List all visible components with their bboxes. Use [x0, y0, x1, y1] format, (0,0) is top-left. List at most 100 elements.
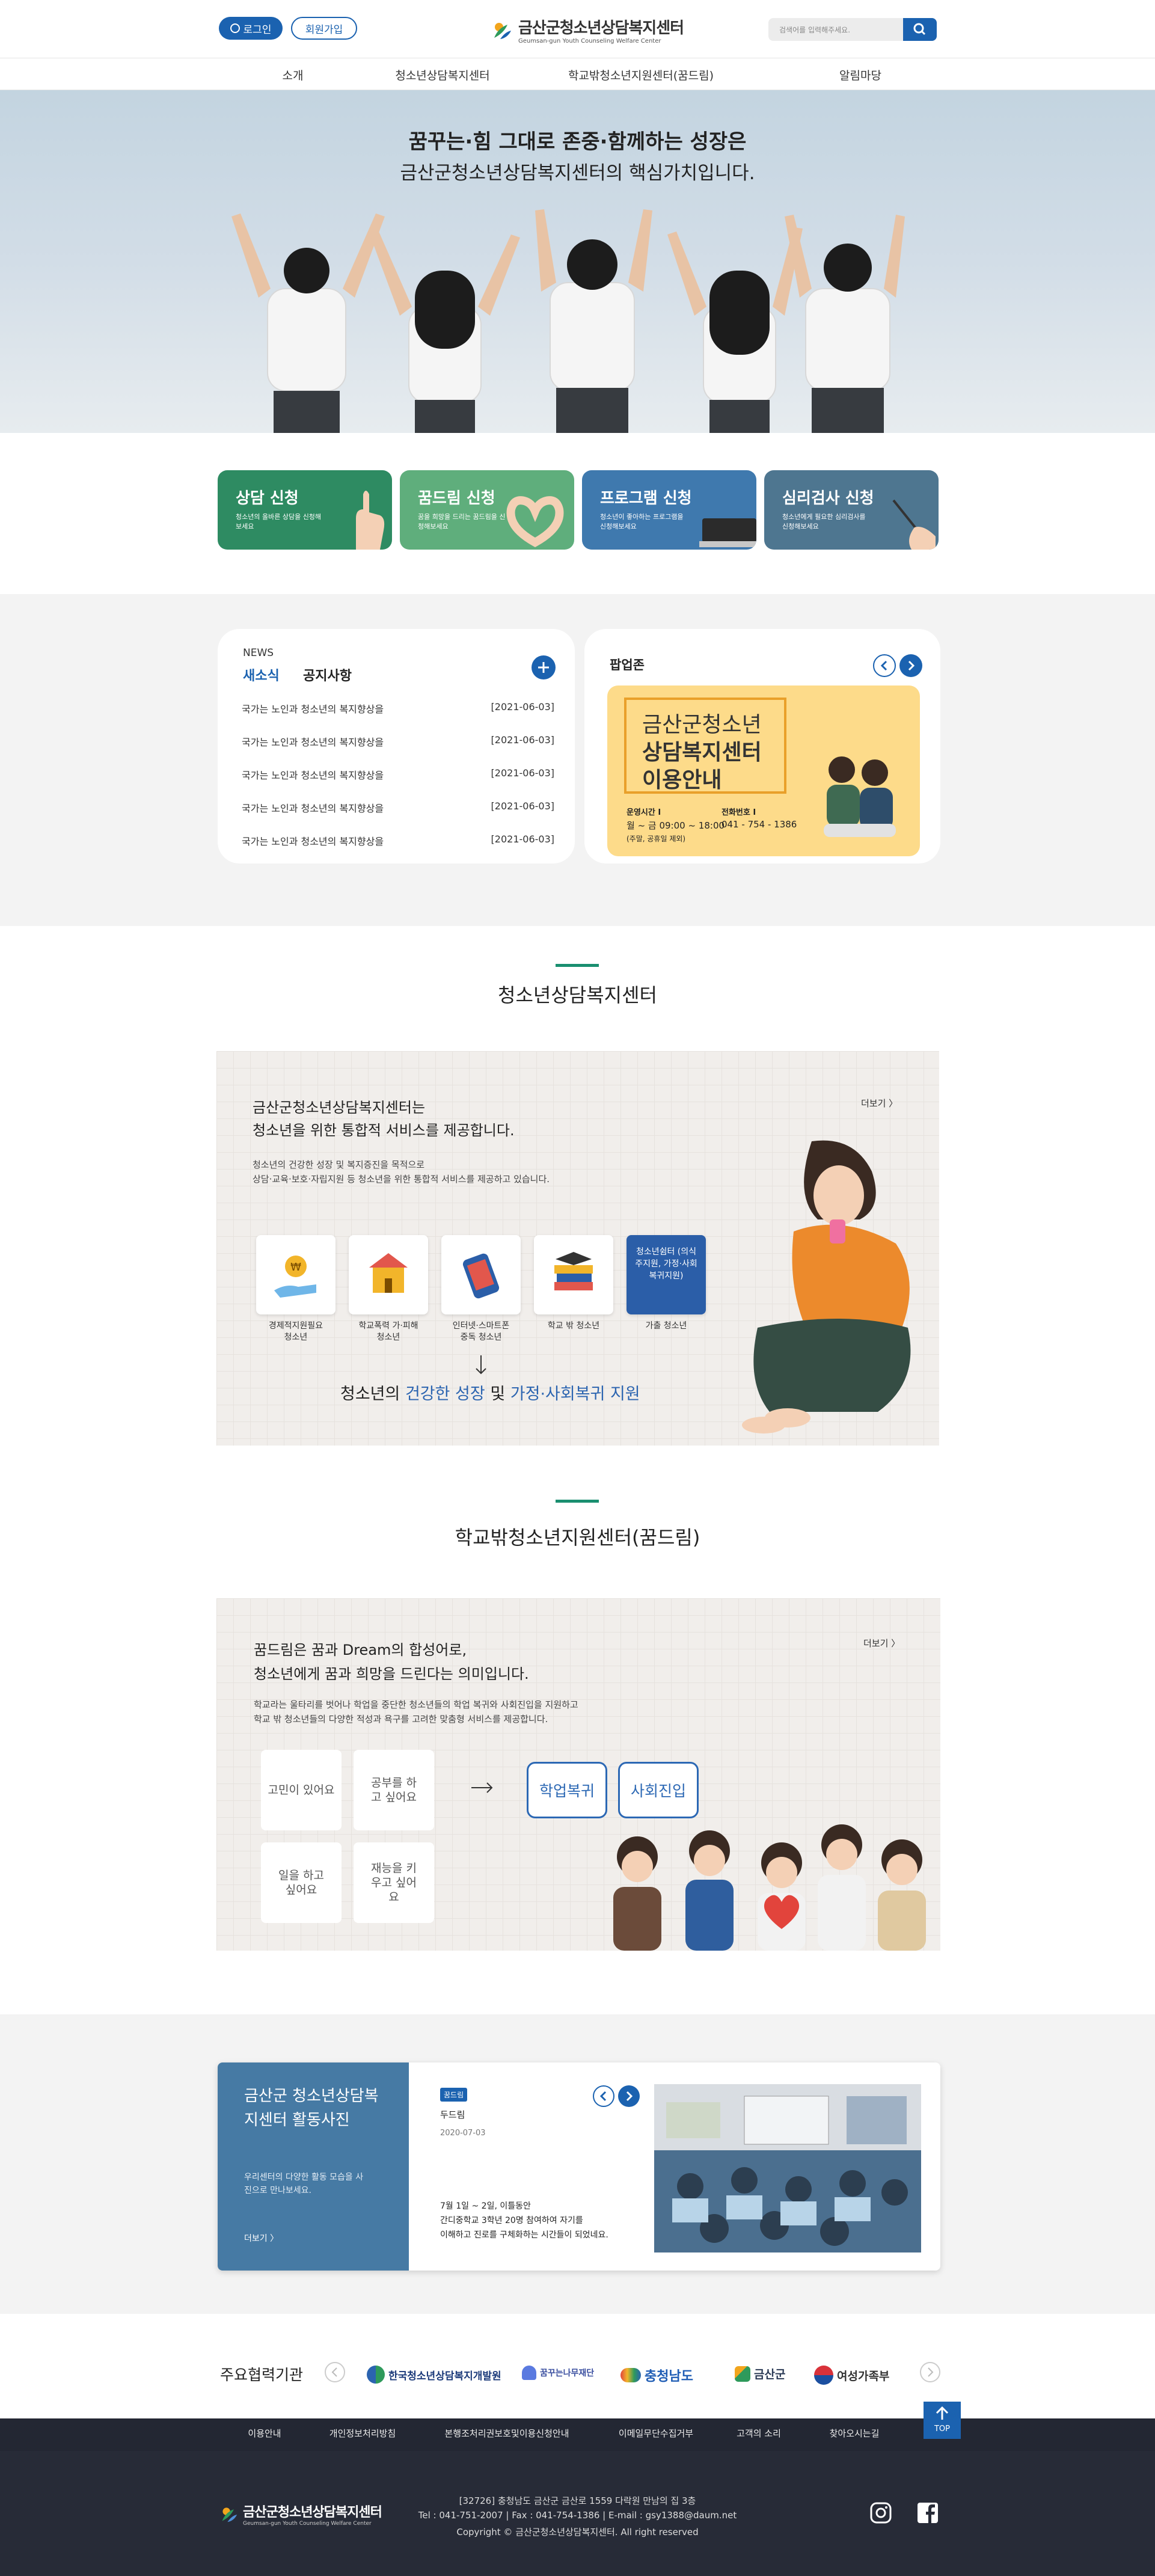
dream-heading-2: 청소년에게 꿈과 희망을 드린다는 의미입니다.	[254, 1666, 529, 1682]
slogan-part: 및	[485, 1385, 510, 1403]
dream-more-link[interactable]: 더보기 〉	[863, 1637, 900, 1649]
footer-link-voice[interactable]: 고객의 소리	[737, 2427, 781, 2440]
news-item-title: 국가는 노인과 청소년의 복지향상을	[242, 770, 384, 781]
counseling-apply-card[interactable]: 상담 신청 청소년의 올바른 상담을 신청해보세요	[218, 470, 392, 550]
search-button[interactable]	[903, 18, 937, 41]
hero-banner: 꿈꾸는·힘 그대로 존중·함께하는 성장은 금산군청소년상담복지센터의 핵심가치…	[0, 90, 1155, 433]
banner-line3: 이용안내	[642, 768, 722, 793]
banner-line2: 상담복지센터	[642, 740, 762, 765]
activity-prev-button[interactable]	[593, 2085, 614, 2107]
popup-banner[interactable]: 금산군청소년 상담복지센터 이용안내 운영시간 I 월 ~ 금 09:00 ~ …	[607, 685, 920, 856]
label-line: 청소년	[284, 1332, 308, 1342]
counseling-more-link[interactable]: 더보기 〉	[861, 1097, 898, 1109]
heart-hands-icon	[506, 496, 564, 548]
footer-link-directions[interactable]: 찾아오시는길	[830, 2427, 880, 2440]
shelter-text: 청소년쉼터 (의식주지원, 가정·사회 복귀지원)	[635, 1247, 697, 1281]
plus-icon	[538, 662, 549, 673]
svg-text:₩: ₩	[290, 1261, 301, 1274]
program-apply-card[interactable]: 프로그램 신청 청소년이 좋아하는 프로그램을 신청해보세요	[582, 470, 756, 550]
service-economic[interactable]: ₩	[256, 1235, 335, 1314]
service-school-violence[interactable]	[349, 1235, 428, 1314]
books-icon	[554, 1252, 593, 1290]
partner-geumsan[interactable]: 금산군	[735, 2366, 785, 2382]
search-input[interactable]: 검색어를 입력해주세요.	[768, 18, 903, 41]
counseling-section-title: 청소년상담복지센터	[498, 984, 657, 1007]
card-desc: 청소년에게 필요한 심리검사를 신청해보세요	[782, 513, 866, 530]
activity-body-1: 7월 1일 ~ 2일, 이틀동안	[440, 2201, 531, 2211]
tab-news[interactable]: 새소식	[243, 665, 280, 684]
counseling-heading-2: 청소년을 위한 통합적 서비스를 제공합니다.	[253, 1122, 515, 1139]
tab-notice[interactable]: 공지사항	[303, 665, 352, 684]
activity-next-button[interactable]	[618, 2085, 640, 2107]
service-internet-addiction[interactable]	[441, 1235, 521, 1314]
news-item-title: 국가는 노인과 청소년의 복지향상을	[242, 803, 384, 814]
chungnam-logo-icon	[620, 2368, 641, 2382]
popup-prev-button[interactable]	[873, 654, 896, 677]
dream-section-panel: 꿈드림은 꿈과 Dream의 합성어로, 청소년에게 꿈과 희망을 드린다는 의…	[216, 1598, 940, 1951]
service-economic-label: 경제적지원필요 청소년	[251, 1320, 341, 1343]
coin-hand-icon: ₩	[274, 1256, 316, 1298]
news-section: NEWS 새소식 공지사항 국가는 노인과 청소년의 복지향상을 [2021-06…	[0, 594, 1155, 926]
smartphone-icon	[462, 1253, 500, 1299]
news-item-date: [2021-06-03]	[491, 800, 554, 812]
news-item[interactable]: 국가는 노인과 청소년의 복지향상을 [2021-06-03]	[242, 734, 554, 749]
arrow-up-icon	[936, 2406, 949, 2420]
news-item[interactable]: 국가는 노인과 청소년의 복지향상을 [2021-06-03]	[242, 833, 554, 848]
news-item-title: 국가는 노인과 청소년의 복지향상을	[242, 704, 384, 715]
instagram-icon[interactable]	[869, 2501, 892, 2524]
partner-chungnam[interactable]: 충청남도	[620, 2366, 693, 2385]
join-button[interactable]: 회원가입	[291, 17, 357, 40]
news-more-button[interactable]	[532, 655, 556, 679]
activity-post-title[interactable]: 두드림	[440, 2108, 465, 2121]
activity-photo[interactable]	[654, 2084, 921, 2252]
popup-next-button[interactable]	[899, 654, 922, 677]
partner-kyci[interactable]: 한국청소년상담복지개발원	[367, 2366, 501, 2384]
partners-next-button[interactable]	[920, 2362, 940, 2382]
geumsan-logo-icon	[735, 2366, 750, 2382]
partner-mogef[interactable]: 여성가족부	[814, 2366, 889, 2385]
top-label: TOP	[934, 2424, 950, 2433]
news-item[interactable]: 국가는 노인과 청소년의 복지향상을 [2021-06-03]	[242, 701, 554, 716]
site-footer: 금산군청소년상담복지센터 Geumsan-gun Youth Counselin…	[0, 2451, 1155, 2576]
footer-link-guide[interactable]: 이용안내	[248, 2427, 281, 2440]
hours-value: 월 ~ 금 09:00 ~ 18:00	[627, 820, 725, 831]
news-item[interactable]: 국가는 노인과 청소년의 복지향상을 [2021-06-03]	[242, 767, 554, 782]
footer-link-privacy[interactable]: 개인정보처리방침	[329, 2427, 396, 2440]
news-item[interactable]: 국가는 노인과 청소년의 복지향상을 [2021-06-03]	[242, 800, 554, 815]
login-label: 로그인	[243, 23, 272, 36]
nav-intro[interactable]: 소개	[283, 67, 304, 83]
top-button[interactable]: TOP	[924, 2402, 961, 2439]
service-shelter[interactable]: 청소년쉼터 (의식주지원, 가정·사회 복귀지원)	[627, 1235, 706, 1314]
chevron-right-icon	[626, 2091, 633, 2102]
service-out-of-school[interactable]	[534, 1235, 613, 1314]
card-title: 상담 신청	[236, 489, 299, 508]
students-illustration	[824, 756, 896, 837]
login-button[interactable]: 로그인	[219, 17, 283, 40]
section-divider	[556, 964, 599, 967]
partner-name: 여성가족부	[837, 2369, 890, 2383]
service-internet-addiction-label: 인터넷·스마트폰 중독 청소년	[436, 1320, 526, 1343]
nav-dream-center[interactable]: 학교밖청소년지원센터(꿈드림)	[568, 67, 714, 83]
dream-apply-card[interactable]: 꿈드림 신청 꿈을 희망을 드리는 꿈드림을 신청해보세요	[400, 470, 574, 550]
section-divider	[556, 1500, 599, 1503]
label-line: 중독 청소년	[460, 1332, 502, 1342]
nav-counseling-center[interactable]: 청소년상담복지센터	[395, 67, 489, 83]
user-icon	[230, 23, 240, 33]
hero-students-image	[231, 209, 905, 433]
footer-link-rights[interactable]: 본행조처리권보호및이용신청안내	[444, 2427, 569, 2440]
partner-dream-tree[interactable]: 꿈꾸는나무재단	[522, 2366, 594, 2380]
activity-section: 금산군 청소년상담복지센터 활동사진 우리센터의 다양한 활동 모습을 사진으로…	[0, 2014, 1155, 2314]
service-runaway-label: 가출 청소년	[621, 1320, 711, 1332]
activity-body-3: 이해하고 진로를 구체화하는 시간들이 되었네요.	[440, 2230, 608, 2240]
logo-icon	[494, 23, 511, 39]
activity-more-link[interactable]: 더보기 〉	[244, 2232, 278, 2244]
partner-name: 충청남도	[645, 2369, 693, 2384]
footer-link-email-refusal[interactable]: 이메일무단수집거부	[619, 2427, 693, 2440]
counseling-desc-1: 청소년의 건강한 성장 및 복지증진을 목적으로	[253, 1159, 425, 1170]
nav-notice[interactable]: 알림마당	[839, 67, 881, 83]
facebook-icon[interactable]	[916, 2501, 939, 2524]
footer-contact: Tel : 041-751-2007 | Fax : 041-754-1386 …	[418, 2510, 737, 2521]
site-logo[interactable]: 금산군청소년상담복지센터 Geumsan-gun Youth Counselin…	[492, 16, 684, 44]
partners-prev-button[interactable]	[325, 2362, 345, 2382]
psych-test-apply-card[interactable]: 심리검사 신청 청소년에게 필요한 심리검사를 신청해보세요	[764, 470, 939, 550]
